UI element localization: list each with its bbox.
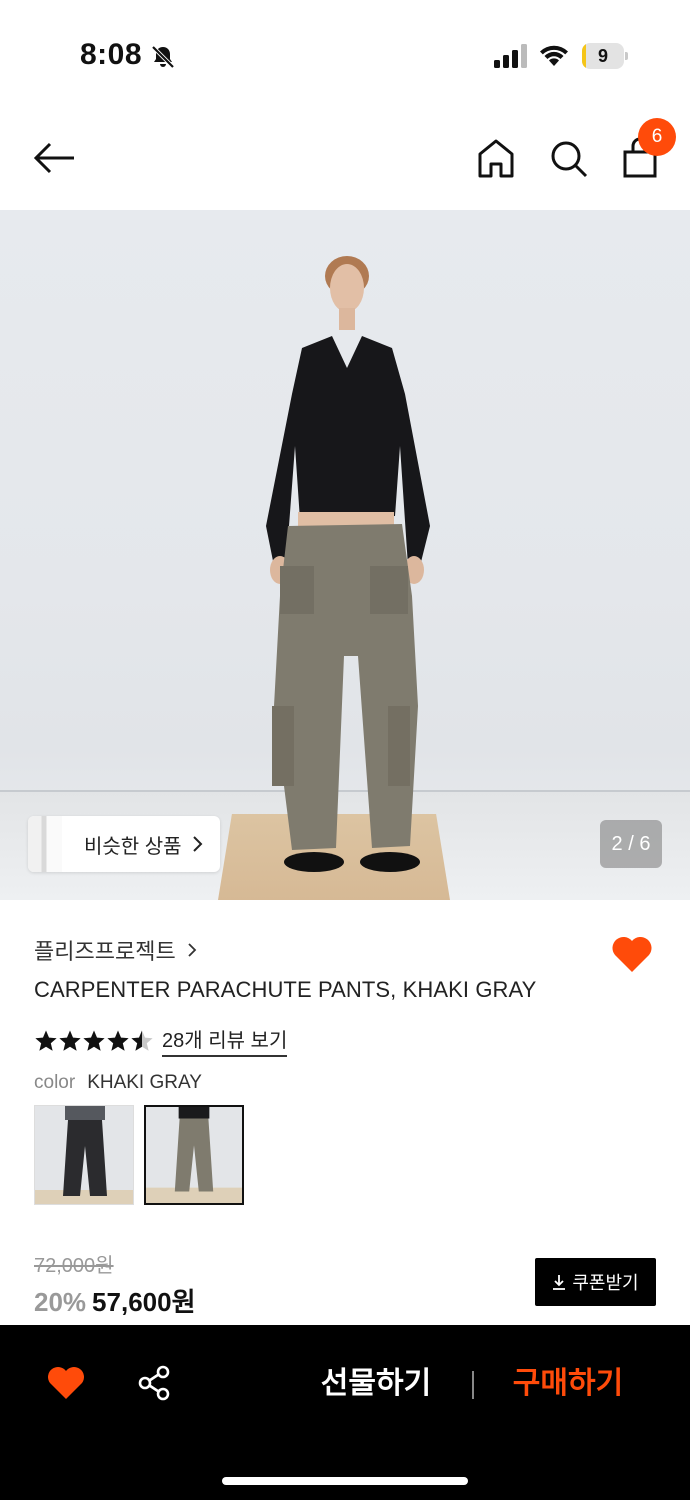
- model-photo: [266, 256, 430, 872]
- battery-icon: 9: [582, 43, 628, 69]
- get-coupon-button[interactable]: 쿠폰받기: [535, 1258, 656, 1306]
- original-price: 72,000원: [34, 1255, 114, 1277]
- home-icon[interactable]: [474, 134, 518, 182]
- color-swatch-khaki-gray[interactable]: [144, 1105, 244, 1205]
- star-icon: [107, 1030, 129, 1051]
- home-indicator: [222, 1477, 468, 1485]
- brand-name: 플리즈프로젝트: [34, 939, 176, 964]
- product-image-gallery[interactable]: 비슷한 상품 2 / 6: [0, 210, 690, 900]
- final-price: 57,600원: [92, 1287, 196, 1317]
- similar-products-label: 비슷한 상품: [84, 835, 182, 858]
- similar-products-button[interactable]: 비슷한 상품: [28, 816, 220, 872]
- share-icon[interactable]: [136, 1365, 172, 1401]
- signal-icon: [494, 44, 527, 68]
- status-bar: 8:08 9: [0, 0, 690, 110]
- heart-icon[interactable]: [46, 1365, 86, 1401]
- chevron-right-icon: [192, 836, 202, 852]
- download-icon: [553, 1275, 566, 1290]
- review-link[interactable]: 28개 리뷰 보기: [162, 1024, 288, 1057]
- color-key: color: [34, 1072, 76, 1093]
- status-time: 8:08: [80, 38, 143, 71]
- buy-button[interactable]: 구매하기: [490, 1359, 646, 1409]
- swatch-image: [146, 1107, 242, 1203]
- color-value: KHAKI GRAY: [87, 1072, 202, 1093]
- discount-rate: 20%: [34, 1287, 87, 1317]
- cart-count-badge: 6: [638, 118, 676, 156]
- divider: [472, 1371, 474, 1399]
- wifi-icon: [540, 45, 568, 66]
- star-icon: [131, 1030, 153, 1051]
- bell-slash-icon: [151, 45, 175, 69]
- bottom-action-bar: 선물하기 구매하기: [0, 1325, 690, 1500]
- search-icon[interactable]: [546, 134, 590, 182]
- back-arrow-icon[interactable]: [30, 136, 78, 180]
- star-icon: [35, 1030, 57, 1051]
- brand-link[interactable]: 플리즈프로젝트: [34, 934, 198, 966]
- similar-thumbnail: [28, 816, 62, 872]
- star-icon: [83, 1030, 105, 1051]
- chevron-right-icon: [188, 943, 196, 957]
- color-row: color KHAKI GRAY: [34, 1072, 202, 1094]
- gift-button[interactable]: 선물하기: [296, 1359, 456, 1409]
- coupon-label: 쿠폰받기: [572, 1273, 639, 1293]
- heart-icon[interactable]: [610, 934, 654, 974]
- image-page-indicator: 2 / 6: [600, 820, 662, 868]
- rating-row: 28개 리뷰 보기: [34, 1024, 288, 1057]
- battery-level: 9: [597, 46, 608, 66]
- price-row: 20% 57,600원: [34, 1282, 196, 1319]
- top-nav: [0, 110, 690, 210]
- swatch-image: [35, 1106, 133, 1204]
- product-title: CARPENTER PARACHUTE PANTS, KHAKI GRAY: [34, 977, 537, 1002]
- star-rating: [34, 1029, 154, 1053]
- color-swatch-charcoal[interactable]: [34, 1105, 134, 1205]
- star-icon: [59, 1030, 81, 1051]
